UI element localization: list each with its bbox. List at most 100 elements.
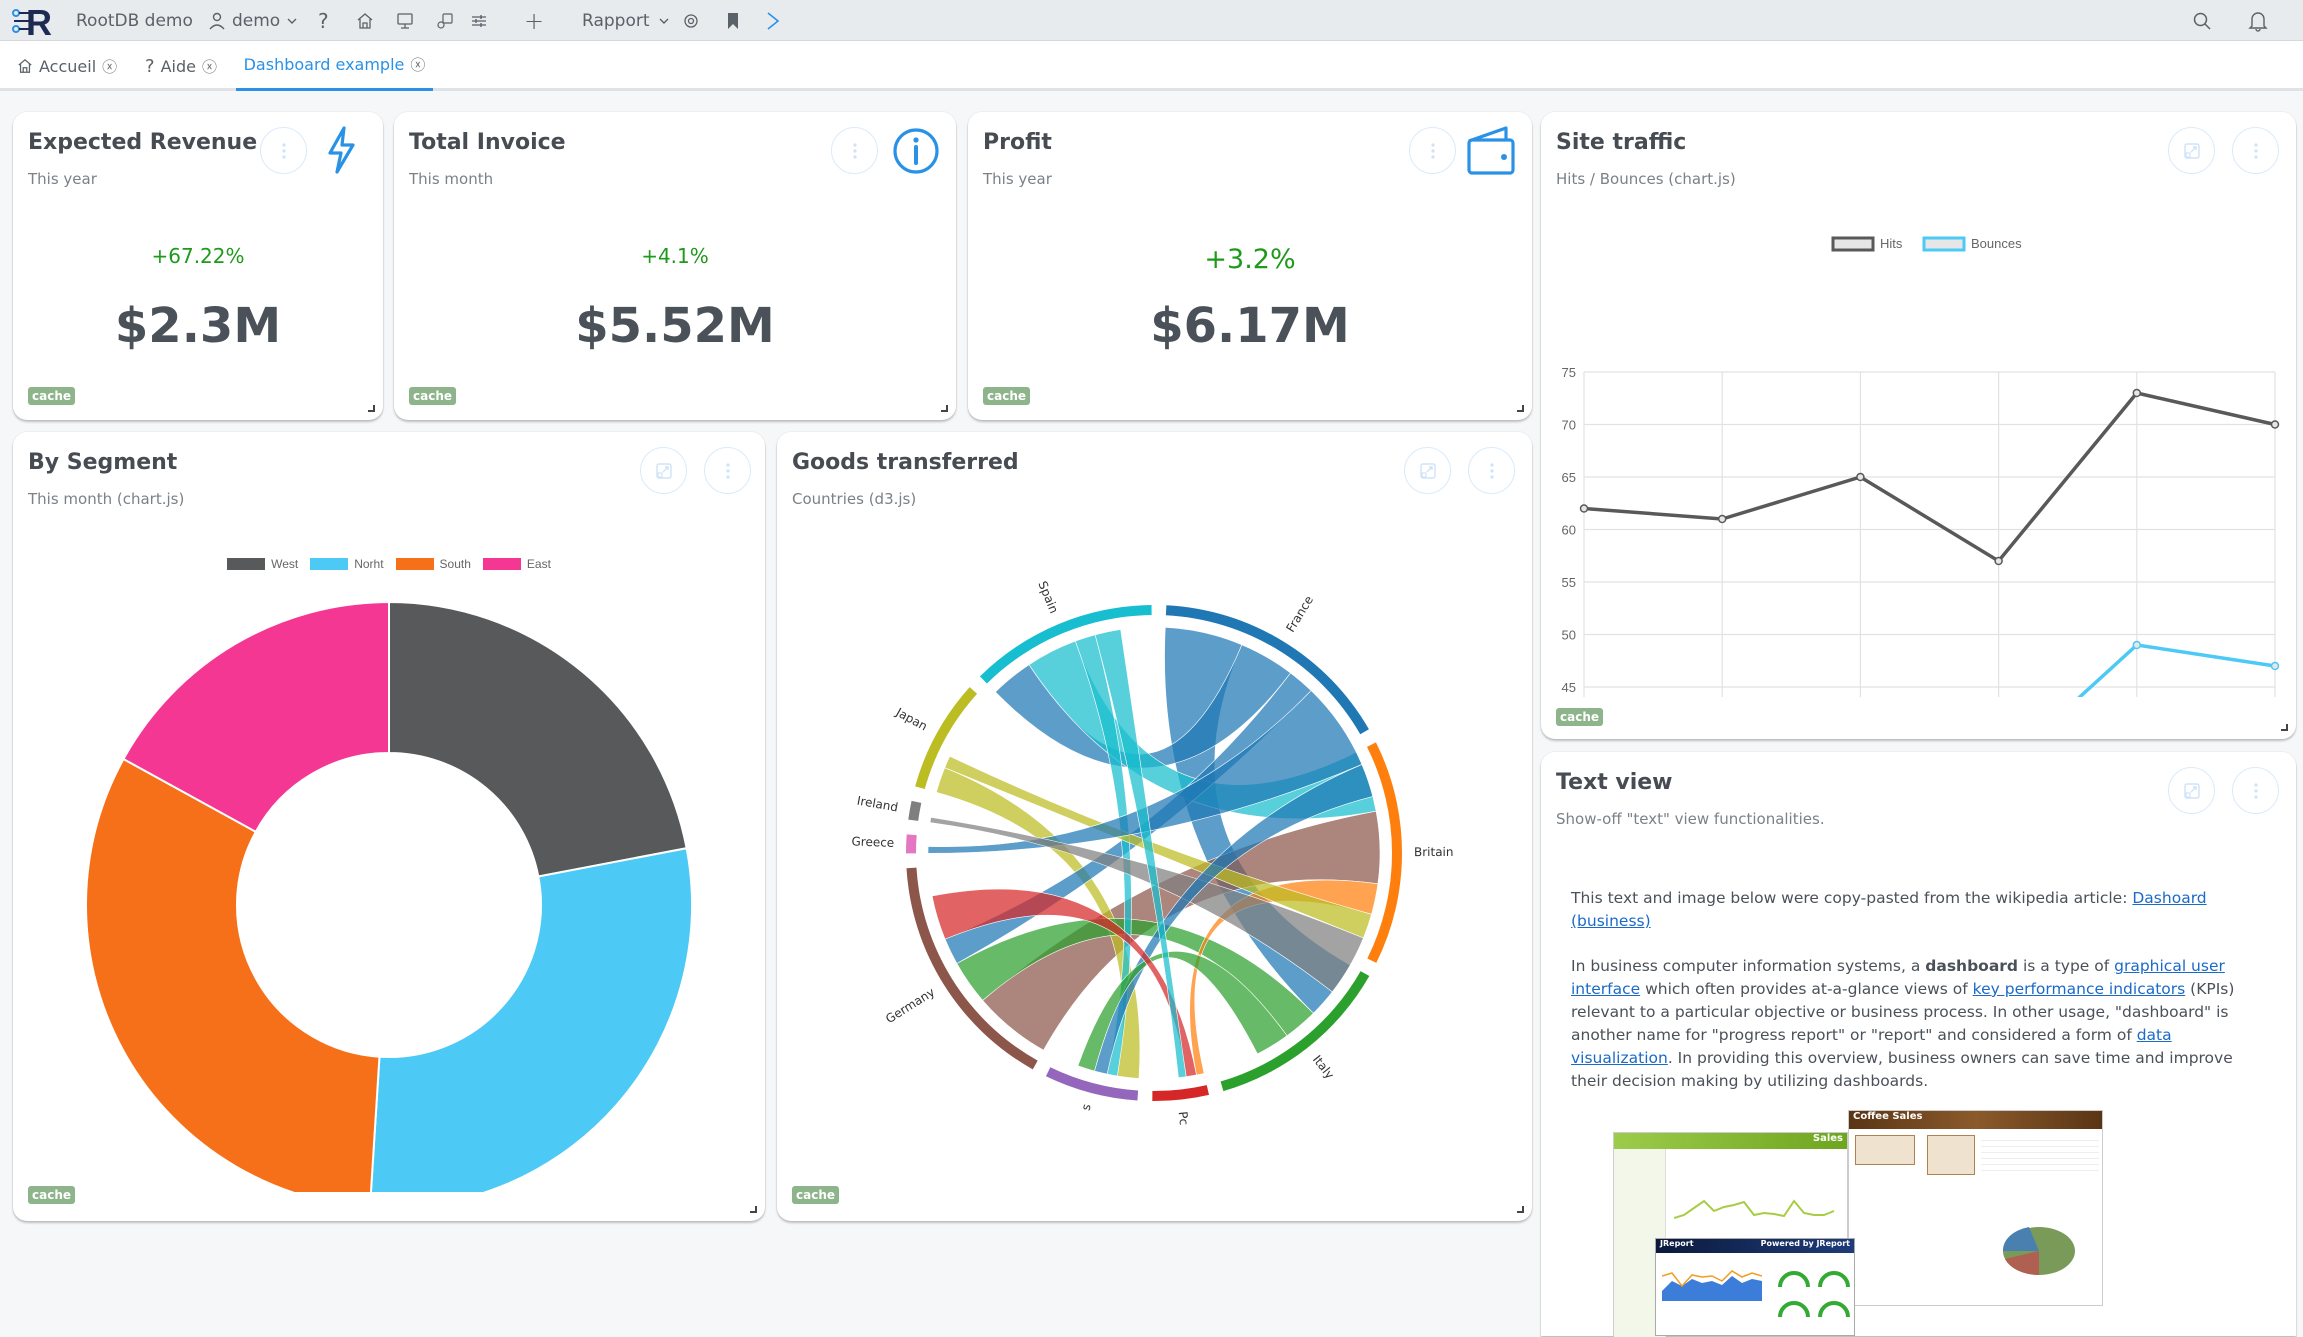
tab-dashboard-example[interactable]: Dashboard example ⓧ [236,41,433,91]
user-icon [209,12,225,29]
jreport-tagline: Powered by JReport [1760,1239,1850,1248]
legend-label: West [271,557,299,571]
home-button[interactable] [356,0,374,41]
chord-label-britain: Britain [1414,845,1454,859]
resize-handle[interactable] [1517,405,1524,412]
definition-paragraph: In business computer information systems… [1571,955,2266,1093]
help-button[interactable]: ? [318,0,329,41]
lightning-icon [328,126,355,174]
donut-slice-west[interactable] [388,600,688,878]
expand-button[interactable] [640,447,687,494]
jreport-gauges [1778,1271,1850,1318]
user-menu[interactable]: demo [208,0,298,41]
card-subtitle: This month (chart.js) [28,490,185,508]
close-icon[interactable]: ⓧ [102,56,117,77]
more-vertical-icon [1430,142,1435,159]
chord-ribbons [927,626,1381,1079]
resize-handle[interactable] [1517,1206,1524,1213]
chord-group-arc-greece[interactable] [906,834,917,854]
data-point-hits[interactable] [2270,420,2280,429]
bookmark-button[interactable] [726,0,740,41]
intro-paragraph: This text and image below were copy-past… [1571,887,2266,933]
search-button[interactable] [2192,0,2212,41]
card-menu-button[interactable] [2232,767,2279,814]
donut-slice-south[interactable] [85,757,381,1192]
data-point-hits[interactable] [1717,514,1727,524]
resize-handle[interactable] [2281,724,2288,731]
tab-aide[interactable]: ? Aide ⓧ [145,41,217,91]
home-icon [357,12,373,29]
legend-swatch-hits[interactable] [1831,236,1875,252]
resize-handle[interactable] [368,405,375,412]
card-menu-button[interactable] [704,447,751,494]
card-menu-button[interactable] [831,127,878,174]
notifications-button[interactable] [2248,0,2268,41]
coffee-filter [1855,1135,1915,1165]
expand-button[interactable] [1404,447,1451,494]
debug-button[interactable] [436,0,454,41]
top-navbar: R RootDB demo demo ? + Rapport [0,0,2303,41]
close-icon[interactable]: ⓧ [202,56,217,77]
logo[interactable]: R [12,0,62,41]
data-point-bounces[interactable] [2270,661,2280,671]
chevron-down-icon [287,18,297,24]
chord-group-arc-ireland[interactable] [908,800,922,821]
data-point-hits[interactable] [1856,472,1865,482]
kpi-link[interactable]: key performance indicators [1973,980,2186,998]
card-subtitle: This year [28,170,97,188]
tab-accueil[interactable]: Accueil ⓧ [17,41,117,91]
report-menu[interactable]: Rapport [582,0,670,41]
card-menu-button[interactable] [1409,127,1456,174]
legend-item-south[interactable]: South [395,557,471,571]
data-point-bounces[interactable] [2132,640,2142,650]
tab-bar: Accueil ⓧ ? Aide ⓧ Dashboard example ⓧ [0,41,2303,91]
jreport-panel: JReport Powered by JReport [1655,1238,1855,1336]
chord-label-germany: Germany [883,985,937,1026]
chord-group-arc-pc[interactable] [1152,1085,1209,1101]
jreport-area-chart [1662,1270,1762,1301]
monitor-button[interactable] [396,0,414,41]
legend-item-east[interactable]: East [482,557,551,571]
resize-handle[interactable] [750,1206,757,1213]
run-button[interactable] [766,0,780,41]
site-traffic-card: Site traffic Hits / Bounces (chart.js) H… [1541,112,2296,739]
more-vertical-icon [281,142,286,159]
legend-swatch-bounces[interactable] [1922,236,1966,252]
kpi-delta: +67.22% [151,244,245,268]
legend-swatch [395,558,434,570]
settings-button[interactable] [470,0,488,41]
y-tick-label: 55 [1562,575,1576,590]
kpi-delta: +3.2% [1204,244,1296,275]
view-button[interactable] [682,0,700,41]
logo-icon: R [12,4,52,38]
text-view-card: Text view Show-off "text" view functiona… [1541,752,2296,1337]
legend-item-norht[interactable]: Norht [310,557,384,571]
card-title: Text view [1556,770,1673,795]
dashboard-example-image: Sales Coffee Sales JReport Powered by JRe… [1605,1110,2105,1337]
more-vertical-icon [1489,462,1494,479]
add-button[interactable]: + [524,0,544,41]
close-icon[interactable]: ⓧ [410,54,425,75]
legend-item-west[interactable]: West [227,557,298,571]
card-menu-button[interactable] [260,127,307,174]
resize-handle[interactable] [941,405,948,412]
card-title: Goods transferred [792,450,1019,475]
card-menu-button[interactable] [2232,127,2279,174]
data-point-hits[interactable] [1994,556,2003,566]
card-menu-button[interactable] [1468,447,1515,494]
coffee-header: Coffee Sales [1849,1111,2102,1129]
expand-icon [2183,142,2200,159]
data-point-hits[interactable] [1579,504,1589,513]
kpi-delta: +4.1% [641,244,709,268]
card-title: Profit [983,130,1052,155]
kpi-card-profit: Profit This year +3.2% $6.17M cache [968,112,1532,420]
bookmark-icon [728,12,738,29]
expand-button[interactable] [2168,767,2215,814]
tab-label: Accueil [39,56,97,76]
y-tick-label: 60 [1562,523,1576,538]
donut-slice-norht[interactable] [369,847,693,1192]
series-line-bounces [2077,643,2276,697]
expand-button[interactable] [2168,127,2215,174]
data-point-hits[interactable] [2132,388,2142,398]
coffee-pie [2002,1227,2075,1275]
